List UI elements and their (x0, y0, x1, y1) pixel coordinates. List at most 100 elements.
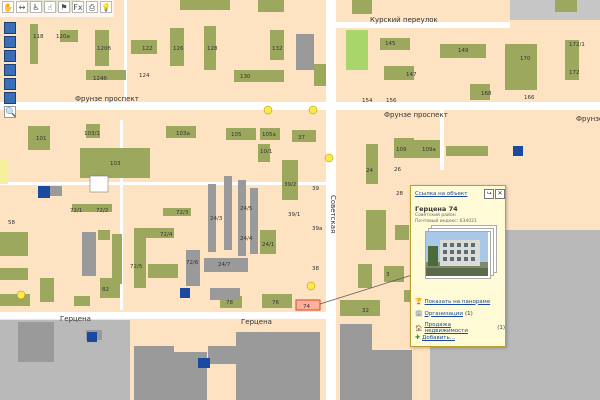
action-organizations[interactable]: 🏢 Организации (1) (415, 310, 473, 317)
svg-text:72/3: 72/3 (176, 210, 189, 216)
hand-icon[interactable]: ☝ (44, 1, 56, 13)
map-toolbar: ✋ ↔ ♿ ☝ ⚑ Fx ⎙ 💡 (0, 0, 114, 17)
organization-icon: 🏢 (415, 310, 423, 317)
object-link[interactable]: Ссылка на объект (415, 191, 467, 197)
zoom-level[interactable] (4, 92, 16, 104)
zoom-level[interactable] (4, 78, 16, 90)
street-label-frunze-partial: Фрунзе про (576, 115, 600, 123)
svg-text:76: 76 (272, 300, 279, 306)
svg-text:166: 166 (524, 95, 535, 101)
road-minor (124, 0, 127, 100)
street-label-frunze-left: Фрунзе проспект (75, 95, 139, 103)
svg-text:109а: 109а (422, 147, 436, 153)
svg-text:172/1: 172/1 (569, 42, 585, 48)
svg-text:154: 154 (362, 98, 373, 104)
svg-text:120а: 120а (56, 34, 70, 40)
road-minor (0, 182, 326, 185)
svg-text:156: 156 (386, 98, 397, 104)
street-label-gertsena-mid: Герцена (241, 318, 272, 326)
park (346, 30, 368, 70)
svg-text:105: 105 (231, 132, 242, 138)
svg-text:39: 39 (312, 186, 319, 192)
magnifier-icon[interactable]: 🔍 (4, 106, 16, 118)
map-canvas[interactable]: Фрунзе проспект Фрунзе проспект Фрунзе п… (0, 0, 600, 400)
svg-text:28: 28 (396, 191, 403, 197)
street-label-frunze-right: Фрунзе проспект (384, 111, 448, 119)
svg-text:124: 124 (139, 73, 150, 79)
svg-text:132: 132 (272, 46, 283, 52)
svg-text:72/5: 72/5 (130, 264, 143, 270)
svg-text:32: 32 (362, 308, 369, 314)
building-grey (296, 34, 314, 70)
svg-text:24/7: 24/7 (218, 262, 231, 268)
building-photo[interactable] (425, 231, 491, 279)
svg-text:105а: 105а (262, 132, 276, 138)
svg-text:24/5: 24/5 (240, 206, 253, 212)
svg-text:130: 130 (240, 74, 251, 80)
zoom-level[interactable] (4, 64, 16, 76)
action-panorama[interactable]: 🏆 Показать на панораме (415, 298, 490, 305)
svg-text:24: 24 (366, 168, 373, 174)
close-icon[interactable]: ✕ (495, 189, 505, 199)
svg-text:10/1: 10/1 (260, 149, 272, 155)
popup-postal-index: Почтовый индекс: 634021 (415, 219, 477, 224)
zoom-level[interactable] (4, 22, 16, 34)
bulb-icon[interactable]: 💡 (100, 1, 112, 13)
parking-area (89, 175, 109, 193)
svg-text:128: 128 (207, 46, 218, 52)
svg-text:72/2: 72/2 (96, 208, 108, 214)
add-icon: ✚ (415, 334, 421, 341)
share-icon[interactable]: ↪ (484, 189, 494, 199)
accessibility-icon[interactable]: ♿ (30, 1, 42, 13)
svg-text:72/4: 72/4 (160, 232, 173, 238)
zoom-control: 🔍 (4, 22, 16, 118)
svg-text:170: 170 (520, 56, 531, 62)
fx-icon[interactable]: Fx (72, 1, 84, 13)
svg-text:72/1: 72/1 (70, 208, 82, 214)
yellow-area (0, 160, 8, 184)
street-label-sovetskaya: Советская (329, 195, 337, 233)
svg-text:72/6: 72/6 (186, 260, 199, 266)
svg-text:24/3: 24/3 (210, 216, 223, 222)
flag-icon[interactable]: ⚑ (58, 1, 70, 13)
svg-text:103/1: 103/1 (84, 131, 100, 137)
road-gertsena (0, 312, 330, 319)
svg-text:149: 149 (458, 48, 469, 54)
popup-title: Герцена 74 (415, 205, 458, 213)
svg-text:118: 118 (33, 34, 44, 40)
svg-text:39а: 39а (312, 226, 322, 232)
pan-tool-icon[interactable]: ✋ (2, 1, 14, 13)
svg-text:126: 126 (173, 46, 184, 52)
building-photo-image (426, 232, 488, 276)
ruler-icon[interactable]: ↔ (16, 1, 28, 13)
svg-text:103: 103 (110, 161, 121, 167)
zoom-level[interactable] (4, 36, 16, 48)
svg-text:58: 58 (8, 220, 15, 226)
svg-text:124б: 124б (93, 76, 107, 82)
action-add[interactable]: ✚ Добавить... (415, 334, 455, 341)
zoom-level[interactable] (4, 50, 16, 62)
svg-text:109: 109 (396, 147, 407, 153)
svg-text:120б: 120б (97, 46, 111, 52)
svg-text:26: 26 (394, 167, 401, 173)
svg-text:24/1: 24/1 (262, 242, 274, 248)
print-icon[interactable]: ⎙ (86, 1, 98, 13)
svg-text:122: 122 (142, 46, 153, 52)
building-photo-stack[interactable] (425, 225, 497, 279)
svg-text:168: 168 (481, 91, 492, 97)
map-layer: Фрунзе проспект Фрунзе проспект Фрунзе п… (0, 0, 600, 400)
svg-text:39/1: 39/1 (288, 212, 300, 218)
street-label-gertsena-left: Герцена (60, 315, 91, 323)
object-popup: Ссылка на объект ↪ ✕ Герцена 74 Советски… (410, 185, 506, 347)
svg-text:38: 38 (312, 266, 319, 272)
svg-text:101: 101 (36, 136, 47, 142)
svg-text:74: 74 (303, 304, 310, 310)
realty-icon: 🏠 (415, 324, 423, 332)
road-frunze (0, 102, 600, 110)
svg-text:82: 82 (102, 287, 109, 293)
street-label-kursky: Курский переулок (370, 16, 438, 24)
svg-text:37: 37 (298, 135, 305, 141)
svg-text:24/4: 24/4 (240, 236, 253, 242)
svg-text:3: 3 (386, 272, 390, 278)
action-realty-sale[interactable]: 🏠 Продажа недвижимости (1) (415, 322, 505, 334)
